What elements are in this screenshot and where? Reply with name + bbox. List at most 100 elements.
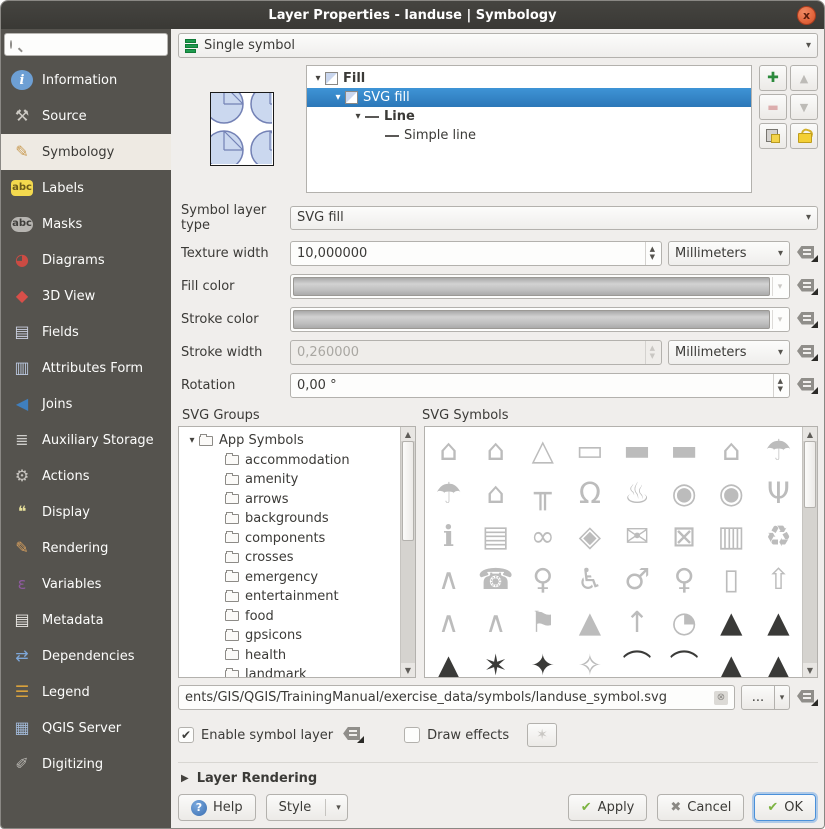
sidebar-item-auxiliary-storage[interactable]: ≣Auxiliary Storage	[1, 422, 171, 458]
renderer-select[interactable]: Single symbol ▾	[178, 33, 818, 58]
data-defined-override-button[interactable]	[797, 279, 818, 295]
stroke-width-input[interactable]: 0,260000 ▲▼	[290, 340, 662, 365]
stroke-color-button[interactable]: ▾	[290, 307, 790, 332]
chevron-down-icon[interactable]: ▾	[772, 310, 787, 329]
sidebar-item-fields[interactable]: ▤Fields	[1, 314, 171, 350]
svg-symbol-fire[interactable]: ♨	[624, 479, 650, 508]
symbol-tree-item-svg-fill[interactable]: ▾SVG fill	[307, 88, 751, 107]
move-down-button[interactable]: ▼	[790, 94, 818, 120]
svg-symbol-ornate-north-arrow[interactable]: ▲	[720, 608, 742, 637]
svg-group-health[interactable]: health	[179, 646, 400, 666]
svg-symbols-grid[interactable]: ⌂⌂△▭▬▬⌂☂☂⌂╥Ω♨◉◉Ψℹ▤∞◈✉⊠▥♻∧☎♀♿♂♀▯⇧∧∧⚑▲↑◔▲▲…	[425, 427, 802, 677]
svg-symbol-curved-arrow[interactable]: ⌒	[623, 651, 652, 677]
svg-symbol-covered-shelter-2[interactable]: ☂	[436, 479, 462, 508]
sidebar-item-display[interactable]: ❝Display	[1, 494, 171, 530]
sidebar-search[interactable]	[4, 33, 168, 56]
svg-symbol-fire-badge[interactable]: ◉	[672, 479, 697, 508]
sidebar-item-rendering[interactable]: ✎Rendering	[1, 530, 171, 566]
svg-symbol-wheelchair-wc[interactable]: ♿	[577, 565, 603, 594]
rotation-input[interactable]: 0,00 ° ▲▼	[290, 373, 790, 398]
svg-symbol-shelter[interactable]: ⌂	[439, 436, 457, 465]
svg-symbol-hotel[interactable]: ▬	[623, 436, 650, 465]
expand-caret-icon[interactable]: ▾	[351, 111, 365, 122]
sidebar-item-attributes-form[interactable]: ▥Attributes Form	[1, 350, 171, 386]
move-up-button[interactable]: ▲	[790, 65, 818, 91]
sidebar-item-3d-view[interactable]: ◆3D View	[1, 278, 171, 314]
spinner-control[interactable]: ▲▼	[645, 242, 655, 265]
sidebar-item-actions[interactable]: ⚙Actions	[1, 458, 171, 494]
svg-symbol-compass-small[interactable]: ✧	[578, 651, 602, 677]
svg-group-amenity[interactable]: amenity	[179, 470, 400, 490]
duplicate-layer-button[interactable]	[759, 123, 787, 149]
symbol-tree-item-line[interactable]: ▾Line	[307, 107, 751, 126]
svg-group-app-symbols[interactable]: ▾App Symbols	[179, 431, 400, 451]
svg-symbol-womens-wc[interactable]: ♀	[674, 565, 695, 594]
svg-symbol-compass-rose[interactable]: ✶	[484, 651, 508, 677]
svg-group-landmark[interactable]: landmark	[179, 665, 400, 677]
expand-caret-icon[interactable]: ▾	[185, 435, 199, 446]
svg-symbol-arrow-up[interactable]: ⇧	[766, 565, 790, 594]
sidebar-item-information[interactable]: iInformation	[1, 62, 171, 98]
symbol-tree-item-fill[interactable]: ▾Fill	[307, 69, 751, 88]
titlebar[interactable]: Layer Properties - landuse | Symbology x	[1, 1, 824, 29]
svg-symbol-handcuffs[interactable]: ∞	[531, 522, 555, 551]
browse-button[interactable]: ...	[741, 685, 775, 710]
svg-symbol-mail-envelope[interactable]: ✉	[625, 522, 649, 551]
data-defined-override-button[interactable]	[343, 727, 364, 743]
draw-effects-checkbox[interactable]	[404, 727, 420, 743]
svg-group-accommodation[interactable]: accommodation	[179, 451, 400, 471]
svg-symbol-thin-arrow[interactable]: ↑	[625, 608, 649, 637]
lock-colors-button[interactable]	[790, 123, 818, 149]
browse-dropdown-button[interactable]: ▾	[775, 685, 790, 710]
symbol-tree-item-simple-line[interactable]: Simple line	[307, 126, 751, 145]
data-defined-override-button[interactable]	[797, 690, 818, 706]
svg-group-gpsicons[interactable]: gpsicons	[179, 626, 400, 646]
svg-groups-scrollbar[interactable]: ▲ ▼	[400, 427, 415, 677]
svg-symbol-library-book[interactable]: ▤	[482, 522, 509, 551]
sidebar-item-masks[interactable]: abcMasks	[1, 206, 171, 242]
expand-caret-icon[interactable]: ▾	[331, 92, 345, 103]
svg-symbol-bed[interactable]: ▬	[670, 436, 697, 465]
svg-symbol-caravan[interactable]: ▭	[576, 436, 603, 465]
layer-rendering-section[interactable]: ▶ Layer Rendering	[178, 762, 818, 792]
cancel-button[interactable]: ✖ Cancel	[657, 794, 744, 821]
svg-symbol-recycling[interactable]: ♻	[765, 522, 791, 551]
texture-width-unit-select[interactable]: Millimeters ▾	[668, 241, 790, 266]
remove-symbol-layer-button[interactable]: ▬	[759, 94, 787, 120]
svg-symbol-ornate-north-arrow-2[interactable]: ▲	[720, 651, 742, 677]
svg-symbol-tripod[interactable]: ∧	[438, 565, 459, 594]
sidebar-item-metadata[interactable]: ▤Metadata	[1, 602, 171, 638]
svg-symbol-litter-bin[interactable]: ▯	[723, 565, 739, 594]
svg-group-arrows[interactable]: arrows	[179, 490, 400, 510]
svg-symbol-police-badge[interactable]: ◈	[579, 522, 601, 551]
data-defined-override-button[interactable]	[797, 312, 818, 328]
svg-symbol-fountain[interactable]: Ψ	[767, 479, 790, 508]
svg-group-entertainment[interactable]: entertainment	[179, 587, 400, 607]
svg-symbol-camping-tent[interactable]: △	[532, 436, 554, 465]
svg-symbol-elevator[interactable]: ▥	[718, 522, 745, 551]
scroll-up-icon[interactable]: ▲	[803, 427, 817, 441]
svg-symbol-covered-shelter[interactable]: ☂	[765, 436, 791, 465]
sidebar-item-diagrams[interactable]: ◕Diagrams	[1, 242, 171, 278]
svg-symbol-hut[interactable]: ⌂	[486, 479, 504, 508]
svg-symbol-north-arrow-bold-2[interactable]: ▲	[767, 651, 789, 677]
sidebar-item-legend[interactable]: ☰Legend	[1, 674, 171, 710]
svg-symbol-flag-arrow[interactable]: ⚑	[530, 608, 556, 637]
clear-icon[interactable]: ⊗	[714, 691, 728, 705]
help-button[interactable]: ? Help	[178, 794, 256, 821]
sidebar-item-joins[interactable]: ◀Joins	[1, 386, 171, 422]
symbol-layer-tree[interactable]: ▾Fill▾SVG fill▾LineSimple line	[306, 65, 752, 193]
ok-button[interactable]: ✔ OK	[754, 794, 816, 821]
scroll-down-icon[interactable]: ▼	[401, 663, 415, 677]
svg-group-emergency[interactable]: emergency	[179, 568, 400, 588]
svg-symbol-information[interactable]: ℹ	[443, 522, 454, 551]
svg-symbol-bed-and-breakfast[interactable]: ⌂	[486, 436, 504, 465]
svg-group-food[interactable]: food	[179, 607, 400, 627]
fill-color-button[interactable]: ▾	[290, 274, 790, 299]
scroll-up-icon[interactable]: ▲	[401, 427, 415, 441]
svg-symbol-north-arrow-bold[interactable]: ▲	[767, 608, 789, 637]
spinner-control[interactable]: ▲▼	[773, 374, 783, 397]
svg-symbol-north-arrow[interactable]: ▲	[579, 608, 601, 637]
svg-symbol-toilets[interactable]: ♀	[532, 565, 553, 594]
stroke-width-unit-select[interactable]: Millimeters ▾	[668, 340, 790, 365]
